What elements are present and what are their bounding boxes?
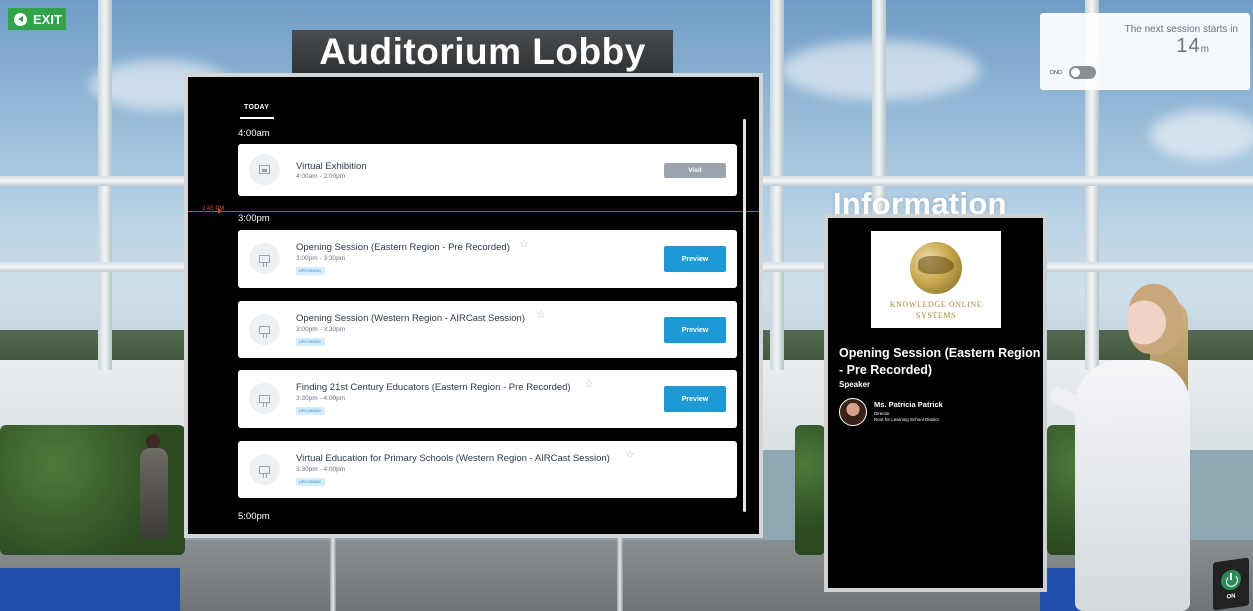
dnd-toggle[interactable] [1069,66,1096,79]
speaker-organization: Root for Learning School District [874,417,939,422]
speaker-name[interactable]: Ms. Patricia Patrick [874,400,943,409]
person-avatar [140,448,168,538]
session-time: 4:00am - 2:00pm [296,173,346,180]
upcoming-badge: UPCOMING [296,267,325,275]
info-panel: KNOWLEDGE ONLINE SYSTEMS Opening Session… [828,218,1043,588]
session-thumb [249,383,280,414]
favorite-star-icon[interactable]: ☆ [536,310,546,321]
countdown-unit: m [1200,44,1210,55]
current-time-line [188,211,759,212]
hedge [795,425,825,555]
preview-button[interactable]: Preview [664,386,726,412]
session-card-virtual-exhibition[interactable]: Virtual Exhibition 4:00am - 2:00pm Visit [238,144,737,196]
session-title: Opening Session (Eastern Region - Pre Re… [296,242,510,253]
preview-button[interactable]: Preview [664,246,726,272]
time-slot-label: 5:00pm [238,511,270,522]
org-logo: KNOWLEDGE ONLINE SYSTEMS [871,231,1001,328]
time-slot-label: 3:00pm [238,213,270,224]
upcoming-badge: UPCOMING [296,478,325,486]
session-title: Virtual Education for Primary Schools (W… [296,453,610,464]
host-avatar [1075,360,1190,611]
logo-text: KNOWLEDGE ONLINE SYSTEMS [890,300,982,322]
preview-button[interactable]: Preview [664,317,726,343]
schedule-screen: TODAY 4:00am Virtual Exhibition 4:00am -… [184,73,763,538]
favorite-star-icon[interactable]: ☆ [584,379,594,390]
info-board: KNOWLEDGE ONLINE SYSTEMS Opening Session… [824,214,1047,592]
session-title: Virtual Exhibition [296,161,367,172]
screen-stand [330,538,336,611]
speaker-role: Director [874,411,890,416]
presentation-icon [259,465,270,478]
countdown: 14m [1176,35,1210,58]
session-thumb [249,314,280,345]
upcoming-badge: UPCOMING [296,407,325,415]
session-thumb [249,243,280,274]
visit-button[interactable]: Visit [664,163,726,178]
host-head [1128,284,1182,354]
screen-stand [617,538,623,611]
countdown-value: 14 [1176,35,1201,57]
dnd-label: DND [1050,70,1062,76]
speaker-label: Speaker [839,380,871,389]
power-label: ON [1226,593,1236,601]
favorite-star-icon[interactable]: ☆ [625,450,635,461]
presentation-icon [259,254,270,267]
schedule-panel: TODAY 4:00am Virtual Exhibition 4:00am -… [188,77,759,534]
favorite-star-icon[interactable]: ☆ [519,239,529,250]
power-toggle[interactable]: ON [1213,557,1249,611]
featured-session-title: Opening Session (Eastern Region - Pre Re… [839,346,1041,377]
session-thumb [249,154,280,185]
session-card-opening-eastern[interactable]: Opening Session (Eastern Region - Pre Re… [238,230,737,288]
schedule-scrollbar[interactable] [743,119,746,512]
exit-button[interactable]: EXIT [8,8,66,30]
speaker-avatar[interactable] [839,398,867,426]
tab-today[interactable]: TODAY [240,104,275,119]
cloud [1150,110,1253,160]
session-title: Finding 21st Century Educators (Eastern … [296,382,571,393]
session-time: 3:00pm - 3:30pm [296,326,346,333]
power-icon [1221,568,1241,592]
next-session-widget: The next session starts in 14m DND [1040,13,1250,90]
exit-label: EXIT [33,11,62,27]
session-time: 3:00pm - 3:30pm [296,255,346,262]
session-card-finding-educators[interactable]: Finding 21st Century Educators (Eastern … [238,370,737,428]
presentation-icon [259,325,270,338]
upcoming-badge: UPCOMING [296,338,325,346]
session-title: Opening Session (Western Region - AIRCas… [296,313,525,324]
logo-text-line: KNOWLEDGE ONLINE [889,300,983,309]
exhibition-icon [259,165,270,174]
session-card-opening-western[interactable]: Opening Session (Western Region - AIRCas… [238,301,737,358]
logo-text-line: SYSTEMS [915,310,957,320]
day-tabs: TODAY [240,96,275,119]
lobby-title: Auditorium Lobby [292,30,673,74]
back-arrow-icon [14,12,27,26]
planter [0,568,180,611]
current-time-marker-icon [218,208,222,214]
globe-logo-icon [910,242,962,294]
session-thumb [249,454,280,485]
session-card-virtual-education[interactable]: Virtual Education for Primary Schools (W… [238,441,737,498]
time-slot-label: 4:00am [238,128,270,139]
next-session-label: The next session starts in [1124,24,1238,35]
session-time: 3:30pm - 4:00pm [296,395,346,402]
session-time: 3:30pm - 4:00pm [296,466,346,473]
presentation-icon [259,394,270,407]
